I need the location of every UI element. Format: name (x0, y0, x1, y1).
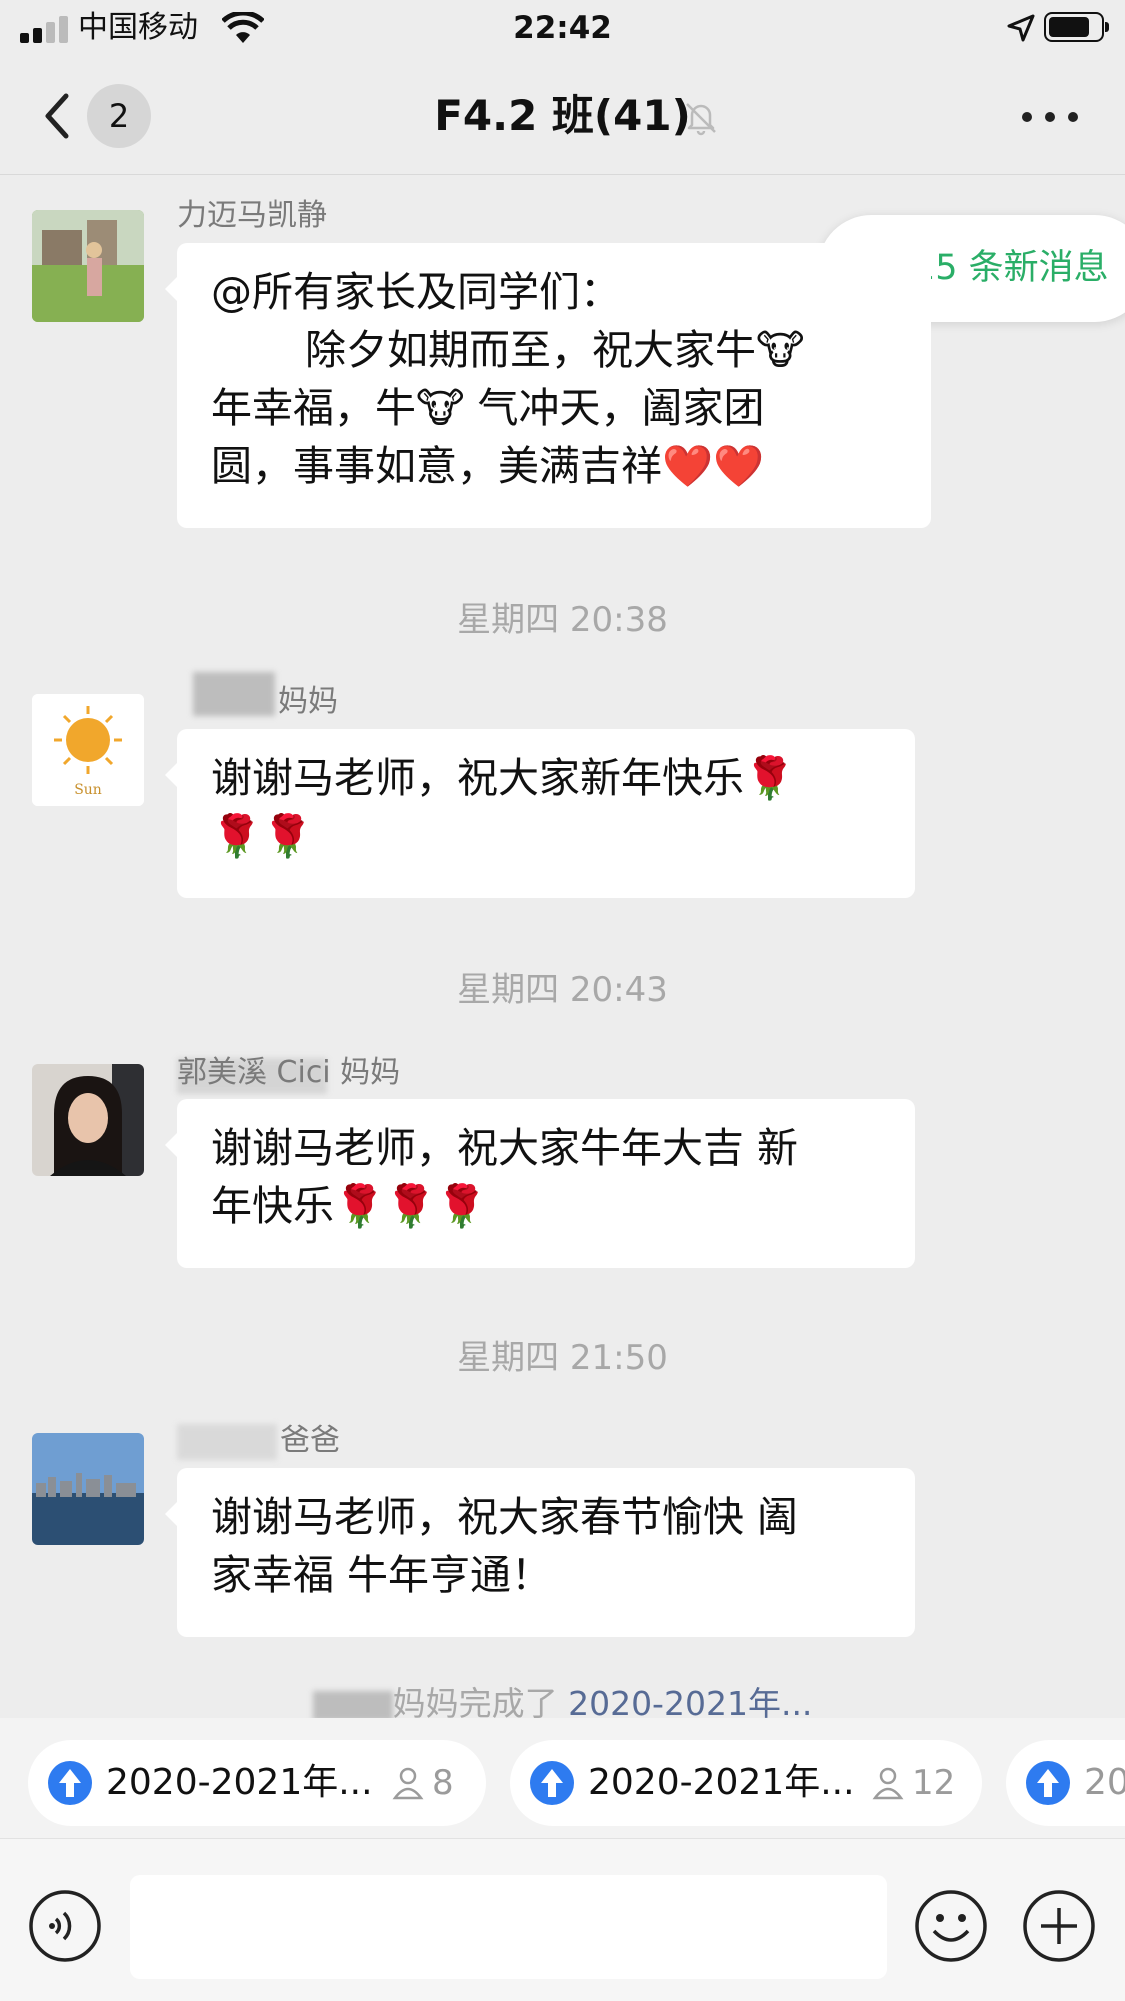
bell-muted-icon (683, 100, 719, 136)
chat-header: 2 F4.2 班(41) (0, 58, 1125, 175)
more-dots-icon[interactable] (1020, 106, 1080, 126)
mini-program-icon (530, 1761, 574, 1805)
sender-name: 力迈马凯静 (177, 198, 327, 233)
sender-name: 郭美溪 Cici 妈妈 (177, 1055, 401, 1090)
redacted-name (312, 1690, 393, 1721)
avatar[interactable] (32, 210, 144, 322)
shortcut-label: 2020-2021年... (588, 1762, 855, 1803)
message-bubble[interactable]: 谢谢马老师，祝大家牛年大吉 新 年快乐🌹🌹🌹 (165, 1099, 915, 1268)
avatar[interactable] (32, 1433, 144, 1545)
chat-title[interactable]: F4.2 班(41) (0, 88, 1125, 144)
shortcut-chip[interactable]: 20 (1006, 1740, 1125, 1826)
svg-text:Sun: Sun (74, 782, 102, 798)
chat-shortcuts-bar: 2020-2021年... 8 2020-2021年... 12 20 (0, 1718, 1125, 1838)
shortcut-label: 2020-2021年... (106, 1762, 373, 1803)
emoji-icon[interactable] (914, 1889, 988, 1963)
message-line: 圆，事事如意，美满吉祥❤️❤️ (211, 442, 765, 490)
participant-count: 12 (912, 1763, 956, 1803)
message-line: 年快乐🌹🌹🌹 (211, 1182, 488, 1230)
shortcut-label: 20 (1084, 1762, 1125, 1803)
message-line: 谢谢马老师，祝大家牛年大吉 新 (211, 1124, 799, 1172)
battery-icon (1044, 12, 1109, 42)
voice-icon[interactable] (28, 1889, 102, 1963)
status-time: 22:42 (513, 10, 612, 46)
participant-count: 8 (432, 1763, 454, 1803)
message-line: 🌹🌹 (211, 812, 314, 860)
user-icon (392, 1766, 424, 1800)
redacted-name (177, 1424, 277, 1460)
message-bubble[interactable]: 谢谢马老师，祝大家春节愉快 阖 家幸福 牛年亨通！ (165, 1468, 915, 1637)
plus-icon[interactable] (1022, 1889, 1096, 1963)
mini-program-icon (48, 1761, 92, 1805)
message-line: 年幸福，牛🐮 气冲天，阖家团 (211, 384, 765, 432)
message-bubble[interactable]: 谢谢马老师，祝大家新年快乐🌹 🌹🌹 (165, 729, 915, 898)
avatar[interactable]: Sun (32, 694, 144, 806)
message-line: @所有家长及同学们： (211, 268, 621, 316)
message-line: 谢谢马老师，祝大家春节愉快 阖 (211, 1493, 799, 1541)
message-timestamp: 星期四 20:43 (457, 970, 668, 1010)
redacted-name (193, 672, 275, 716)
mini-program-icon (1026, 1761, 1070, 1805)
user-icon (872, 1766, 904, 1800)
message-bubble[interactable]: @所有家长及同学们： 除夕如期而至，祝大家牛🐮 年幸福，牛🐮 气冲天，阖家团 圆… (165, 243, 931, 528)
avatar[interactable] (32, 1064, 144, 1176)
sender-name: 爸爸 (280, 1423, 340, 1458)
message-line: 除夕如期而至，祝大家牛🐮 (305, 326, 805, 374)
message-line: 家幸福 牛年亨通！ (211, 1551, 553, 1599)
message-input[interactable] (130, 1875, 887, 1979)
message-line: 谢谢马老师，祝大家新年快乐🌹 (211, 754, 796, 802)
message-input-bar (0, 1838, 1125, 2001)
status-bar: 中国移动 22:42 (0, 0, 1125, 58)
new-messages-label: 15 条新消息 (913, 248, 1109, 288)
location-arrow-icon (1006, 13, 1036, 43)
sender-name: 妈妈 (278, 684, 338, 719)
shortcut-chip[interactable]: 2020-2021年... 12 (510, 1740, 982, 1826)
message-timestamp: 星期四 20:38 (457, 600, 668, 640)
shortcut-chip[interactable]: 2020-2021年... 8 (28, 1740, 486, 1826)
message-timestamp: 星期四 21:50 (457, 1338, 668, 1378)
